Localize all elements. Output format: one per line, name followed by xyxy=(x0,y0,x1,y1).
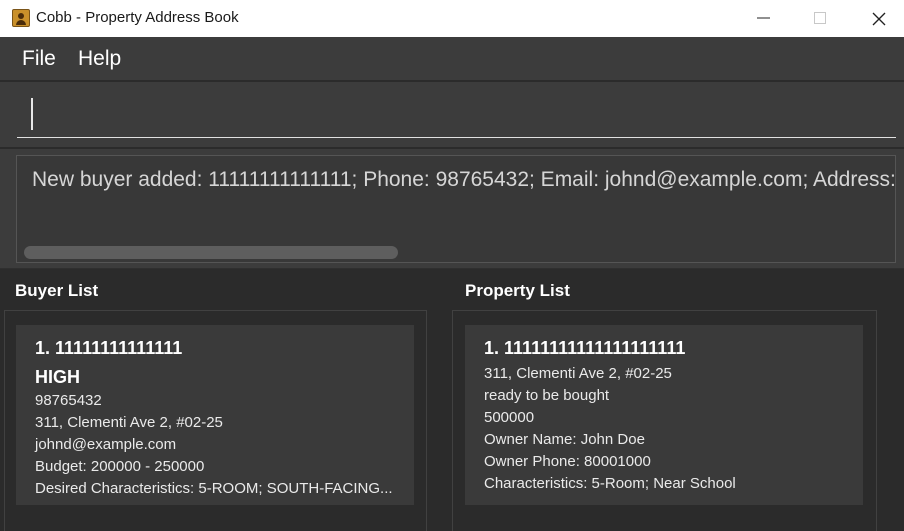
address-book-icon xyxy=(12,9,30,27)
buyer-list-panel[interactable]: 1. 11111111111111 HIGH 98765432 311, Cle… xyxy=(4,310,427,531)
text-caret xyxy=(31,98,33,130)
result-message: New buyer added: 11111111111111; Phone: … xyxy=(32,168,896,191)
horizontal-scrollbar[interactable] xyxy=(24,246,398,259)
command-box xyxy=(0,82,904,147)
property-name: 1. 11111111111111111111 xyxy=(484,338,686,358)
minimize-button[interactable] xyxy=(735,0,793,37)
minimize-icon xyxy=(757,17,770,19)
buyer-budget: Budget: 200000 - 250000 xyxy=(35,458,205,475)
property-description: ready to be bought xyxy=(484,387,610,404)
buyer-phone: 98765432 xyxy=(35,392,102,409)
buyer-characteristics: Desired Characteristics: 5-ROOM; SOUTH-F… xyxy=(35,480,393,497)
menu-file[interactable]: File xyxy=(22,47,56,71)
buyer-card[interactable]: 1. 11111111111111 HIGH 98765432 311, Cle… xyxy=(16,325,414,505)
property-price: 500000 xyxy=(484,409,535,426)
title-bar: Cobb - Property Address Book xyxy=(0,0,904,37)
buyer-email: johnd@example.com xyxy=(35,436,177,453)
close-icon xyxy=(872,12,886,26)
buyer-name: 1. 11111111111111 xyxy=(35,338,183,358)
window-title: Cobb - Property Address Book xyxy=(36,9,239,26)
maximize-button[interactable] xyxy=(792,0,850,37)
maximize-icon xyxy=(814,12,826,24)
buyer-address: 311, Clementi Ave 2, #02-25 xyxy=(35,414,223,431)
property-owner-name: Owner Name: John Doe xyxy=(484,431,645,448)
property-list-title: Property List xyxy=(465,281,570,300)
result-display[interactable]: New buyer added: 11111111111111; Phone: … xyxy=(16,155,896,263)
property-characteristics: Characteristics: 5-Room; Near School xyxy=(484,475,736,492)
property-list-panel[interactable]: 1. 11111111111111111111 311, Clementi Av… xyxy=(452,310,877,531)
command-input[interactable] xyxy=(17,92,896,138)
menu-help[interactable]: Help xyxy=(78,47,121,71)
property-card[interactable]: 1. 11111111111111111111 311, Clementi Av… xyxy=(465,325,863,505)
menu-bar: File Help xyxy=(0,37,904,81)
close-button[interactable] xyxy=(850,0,904,37)
property-owner-phone: Owner Phone: 80001000 xyxy=(484,453,651,470)
property-address: 311, Clementi Ave 2, #02-25 xyxy=(484,365,672,382)
buyer-list-title: Buyer List xyxy=(15,281,99,300)
buyer-priority: HIGH xyxy=(35,367,80,387)
